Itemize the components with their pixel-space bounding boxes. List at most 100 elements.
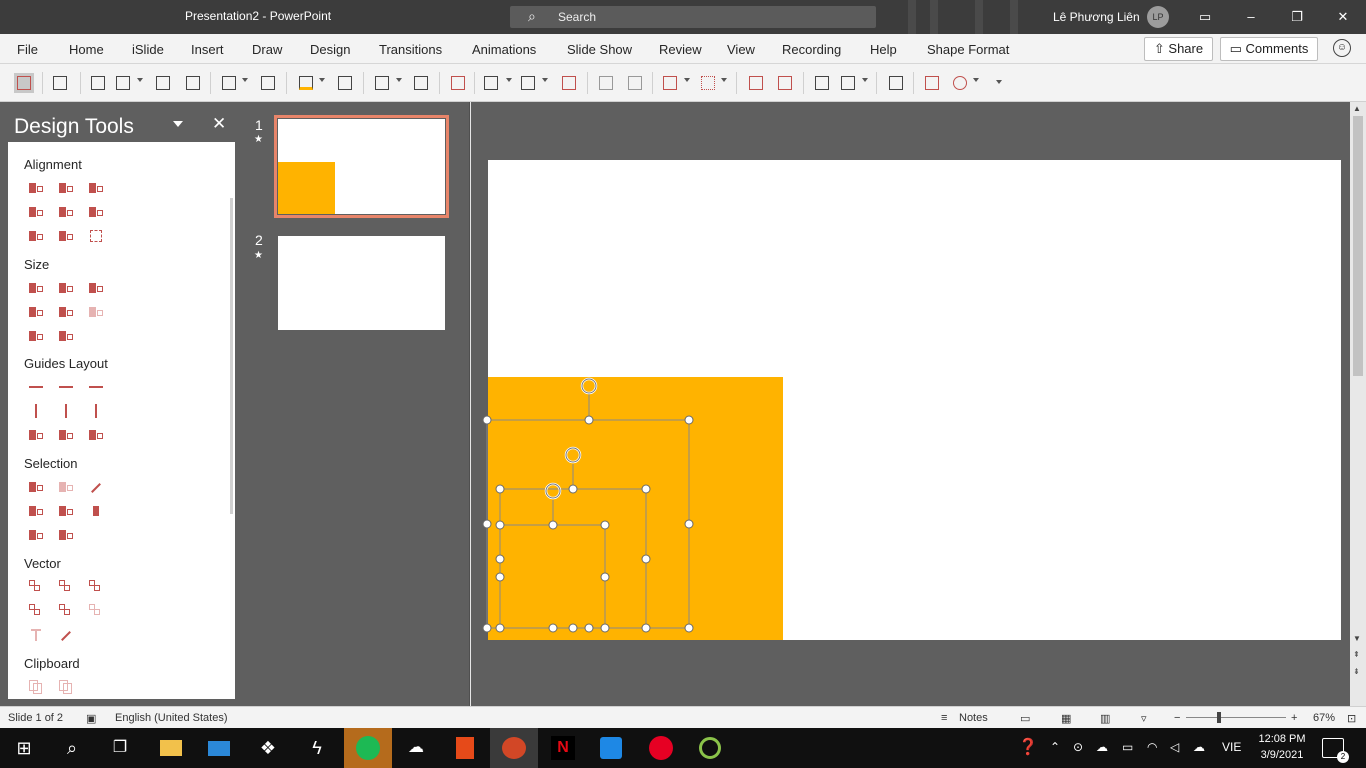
resize-handle[interactable] <box>584 623 594 633</box>
select-text-icon[interactable] <box>58 479 74 495</box>
chevron-down-icon[interactable] <box>319 78 325 82</box>
eyedropper-button[interactable] <box>258 73 278 93</box>
app-lightning-icon[interactable]: ϟ <box>303 734 331 762</box>
merge-shapes-button[interactable] <box>559 73 579 93</box>
resize-handle[interactable] <box>548 520 558 530</box>
change-shape-button[interactable] <box>153 73 173 93</box>
ribbon-display-icon[interactable]: ▭ <box>1194 6 1216 28</box>
tab-file[interactable]: File <box>17 42 38 57</box>
help-icon[interactable]: ❓ <box>1018 737 1038 757</box>
slide-canvas[interactable] <box>471 102 1350 706</box>
stretch-left-icon[interactable] <box>28 304 44 320</box>
scroll-down-icon[interactable]: ▼ <box>1353 634 1361 643</box>
guide-left-icon[interactable] <box>28 379 44 395</box>
pane-options-icon[interactable] <box>173 121 183 127</box>
tab-transitions[interactable]: Transitions <box>379 42 442 57</box>
crop-button[interactable] <box>596 73 616 93</box>
combine-icon[interactable] <box>58 579 74 595</box>
guide-center-icon[interactable] <box>58 379 74 395</box>
resize-handle[interactable] <box>495 572 505 582</box>
copy-icon[interactable] <box>28 679 44 695</box>
task-view-icon[interactable]: ❐ <box>106 734 134 762</box>
arrange-button[interactable] <box>660 73 680 93</box>
slideshow-icon[interactable]: ▿ <box>1141 712 1147 725</box>
scroll-up-icon[interactable]: ▲ <box>1353 104 1361 113</box>
effects-button[interactable] <box>481 73 501 93</box>
resize-handle[interactable] <box>684 415 694 425</box>
tab-islide[interactable]: iSlide <box>132 42 164 57</box>
edit-shape-button[interactable] <box>50 73 70 93</box>
shape-style-button[interactable] <box>518 73 538 93</box>
restore-icon[interactable]: ❐ <box>1286 6 1308 28</box>
chevron-down-icon[interactable] <box>862 78 868 82</box>
intersect-icon[interactable] <box>28 603 44 619</box>
resize-handle[interactable] <box>495 623 505 633</box>
slide-thumbnail-2[interactable] <box>278 236 445 330</box>
soundcloud-icon[interactable]: ☁ <box>402 734 430 762</box>
tab-draw[interactable]: Draw <box>252 42 282 57</box>
scrollbar-thumb[interactable] <box>1353 116 1363 376</box>
align-center-icon[interactable] <box>58 180 74 196</box>
camera-icon[interactable]: ⊙ <box>1073 740 1083 754</box>
share-button[interactable]: ⇧ Share <box>1144 37 1213 61</box>
align-middle-icon[interactable] <box>58 204 74 220</box>
resize-handle[interactable] <box>600 520 610 530</box>
zoom-level[interactable]: 67% <box>1313 712 1335 724</box>
chevron-down-icon[interactable] <box>396 78 402 82</box>
union-icon[interactable] <box>28 579 44 595</box>
select-overlap-icon[interactable] <box>28 503 44 519</box>
resize-handle[interactable] <box>495 554 505 564</box>
guide-height-icon[interactable] <box>58 427 74 443</box>
tab-help[interactable]: Help <box>870 42 897 57</box>
resize-handle[interactable] <box>600 572 610 582</box>
layers-button[interactable] <box>746 73 766 93</box>
resize-handle[interactable] <box>482 623 492 633</box>
image-button[interactable] <box>183 73 203 93</box>
chevron-down-icon[interactable] <box>721 78 727 82</box>
align-top-icon[interactable] <box>28 204 44 220</box>
break-apart-icon[interactable] <box>88 603 104 619</box>
screenshot-button[interactable] <box>886 73 906 93</box>
minimize-icon[interactable]: – <box>1240 6 1262 28</box>
resize-handle[interactable] <box>684 623 694 633</box>
picture-button[interactable] <box>625 73 645 93</box>
file-explorer-icon[interactable] <box>157 734 185 762</box>
resize-handle[interactable] <box>482 519 492 529</box>
text-vector-icon[interactable] <box>28 627 44 643</box>
select-layer-icon[interactable] <box>58 527 74 543</box>
slides-button[interactable] <box>922 73 942 93</box>
notes-button[interactable]: Notes <box>959 712 988 724</box>
subtract-icon[interactable] <box>58 603 74 619</box>
chevron-down-icon[interactable] <box>684 78 690 82</box>
onedrive-icon[interactable]: ☁ <box>1096 740 1108 754</box>
zoom-slider-thumb[interactable] <box>1217 712 1221 723</box>
select-group-icon[interactable] <box>28 527 44 543</box>
zoom-out-button[interactable]: − <box>1174 712 1180 724</box>
shape-outline-button[interactable] <box>372 73 392 93</box>
volume-icon[interactable]: ◁ <box>1170 740 1179 754</box>
previous-slide-icon[interactable]: ⇞ <box>1353 650 1360 659</box>
align-bottom-icon[interactable] <box>88 204 104 220</box>
normal-view-icon[interactable]: ▭ <box>1020 712 1030 725</box>
dropbox-icon[interactable]: ❖ <box>254 734 282 762</box>
pinterest-icon[interactable] <box>647 734 675 762</box>
align-right-icon[interactable] <box>88 180 104 196</box>
resize-handle[interactable] <box>568 484 578 494</box>
pane-scrollbar[interactable] <box>230 198 233 514</box>
vertical-scrollbar[interactable]: ▲ ▼ ⇞ ⇟ <box>1350 102 1366 706</box>
reading-view-icon[interactable]: ▥ <box>1100 712 1110 725</box>
wps-icon[interactable] <box>597 734 625 762</box>
tab-insert[interactable]: Insert <box>191 42 224 57</box>
tab-slide-show[interactable]: Slide Show <box>567 42 632 57</box>
format-painter-button[interactable] <box>448 73 468 93</box>
office-icon[interactable] <box>451 734 479 762</box>
swap-size-icon[interactable] <box>88 304 104 320</box>
slide-sorter-icon[interactable]: ▦ <box>1061 712 1071 725</box>
orange-rectangle-shape[interactable] <box>488 377 783 640</box>
stretch-right-icon[interactable] <box>58 304 74 320</box>
tab-design[interactable]: Design <box>310 42 350 57</box>
guide-width-icon[interactable] <box>28 427 44 443</box>
fill-eyedropper-button[interactable] <box>335 73 355 93</box>
pen-tool-icon[interactable] <box>58 627 74 643</box>
shapes-button[interactable] <box>113 73 133 93</box>
